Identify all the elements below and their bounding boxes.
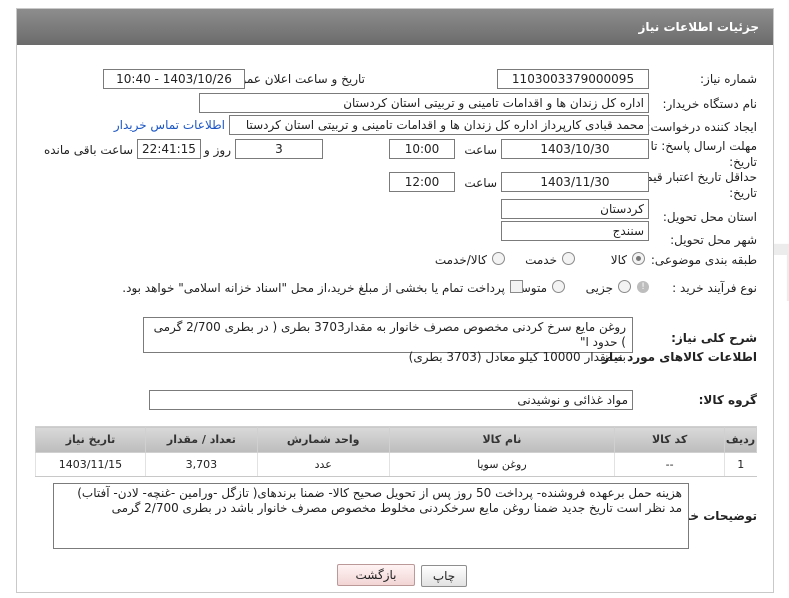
process-label: نوع فرآیند خرید : <box>672 281 757 295</box>
validity-time-field: 12:00 <box>389 172 455 192</box>
description-label: شرح کلی نیاز: <box>671 331 757 345</box>
process-minor-radio[interactable] <box>618 280 631 293</box>
validity-date-label: تاریخ: <box>729 186 757 200</box>
category-both-label: کالا/خدمت <box>434 253 487 267</box>
col-row-header: ردیف <box>724 426 757 453</box>
buyer-notes-line-2: مد نظر است تاریخ جدید ضمنا روغن مایع سرخ… <box>111 501 682 515</box>
cell-date: 1403/11/15 <box>35 452 146 477</box>
description-line-2: به مقدار 10000 کیلو معادل (3703 بطری) <box>408 350 626 364</box>
requester-label: ایجاد کننده درخواست: <box>646 120 757 134</box>
buyer-org-field: اداره کل زندان ها و اقدامات تامینی و ترب… <box>199 93 649 113</box>
cell-code: -- <box>614 452 725 477</box>
announce-date-field: 1403/10/26 - 10:40 <box>103 69 245 89</box>
remaining-days-field: 3 <box>235 139 323 159</box>
validity-date-field: 1403/11/30 <box>501 172 649 192</box>
deadline-label: مهلت ارسال پاسخ: تا <box>650 139 757 153</box>
back-button[interactable]: بازگشت <box>337 564 415 586</box>
remaining-time-field: 22:41:15 <box>137 139 201 159</box>
category-label: طبقه بندی موضوعی: <box>650 253 757 267</box>
col-name-header: نام کالا <box>388 426 616 453</box>
province-field: کردستان <box>501 199 649 219</box>
deadline-date-label: تاریخ: <box>729 155 757 169</box>
category-service-label: خدمت <box>525 253 557 267</box>
description-text: روغن مایع سرخ کردنی مخصوص مصرف خانوار به… <box>143 317 633 364</box>
deadline-time-label: ساعت <box>464 143 497 157</box>
print-button[interactable]: چاپ <box>421 565 467 587</box>
treasury-payment-checkbox[interactable] <box>510 280 523 293</box>
page-title: جزئیات اطلاعات نیاز <box>17 9 773 45</box>
buyer-notes-text: هزینه حمل برعهده فروشنده- پرداخت 50 روز … <box>53 483 689 549</box>
table-row: 1 -- روغن سویا عدد 3,703 1403/11/15 <box>35 452 757 477</box>
col-code-header: کد کالا <box>614 426 726 453</box>
col-qty-header: تعداد / مقدار <box>144 426 258 453</box>
buyer-org-label: نام دستگاه خریدار: <box>662 97 758 111</box>
cell-row: 1 <box>724 452 757 477</box>
province-label: استان محل تحویل: <box>662 210 757 224</box>
category-both-radio[interactable] <box>492 252 505 265</box>
need-details-panel: جزئیات اطلاعات نیاز شماره نیاز: 11030033… <box>16 8 774 593</box>
cell-name: روغن سویا <box>388 452 615 477</box>
goods-group-label: گروه کالا: <box>698 393 757 407</box>
category-goods-label: کالا <box>610 253 627 267</box>
deadline-date-field: 1403/10/30 <box>501 139 649 159</box>
need-number-field: 1103003379000095 <box>497 69 649 89</box>
col-date-header: تاریخ نیاز <box>35 426 146 453</box>
description-line-1: روغن مایع سرخ کردنی مخصوص مصرف خانوار به… <box>153 320 626 349</box>
validity-time-label: ساعت <box>464 176 497 190</box>
deadline-time-field: 10:00 <box>389 139 455 159</box>
items-table: ردیف کد کالا نام کالا واحد شمارش تعداد /… <box>35 426 757 477</box>
category-goods-radio[interactable] <box>632 252 645 265</box>
remaining-time-label: ساعت باقی مانده <box>43 143 133 157</box>
process-medium-radio[interactable] <box>552 280 565 293</box>
treasury-payment-note: پرداخت تمام یا بخشی از مبلغ خرید،از محل … <box>122 281 505 295</box>
process-minor-label: جزیی <box>585 281 613 295</box>
city-label: شهر محل تحویل: <box>670 233 757 247</box>
category-service-radio[interactable] <box>562 252 575 265</box>
days-label: روز و <box>204 143 231 157</box>
cell-unit: عدد <box>256 452 390 477</box>
contact-info-link[interactable]: اطلاعات تماس خریدار <box>114 118 225 132</box>
info-icon: ! <box>637 281 649 293</box>
requester-field: محمد قبادی کارپرداز اداره کل زندان ها و … <box>229 115 649 135</box>
goods-info-title: اطلاعات کالاهای مورد نیاز <box>602 350 757 364</box>
col-unit-header: واحد شمارش <box>256 426 390 453</box>
goods-group-field: مواد غذائی و نوشیدنی <box>149 390 633 410</box>
city-field: سنندج <box>501 221 649 241</box>
cell-qty: 3,703 <box>144 452 258 477</box>
need-number-label: شماره نیاز: <box>700 72 757 86</box>
buyer-notes-line-1: هزینه حمل برعهده فروشنده- پرداخت 50 روز … <box>77 486 682 500</box>
